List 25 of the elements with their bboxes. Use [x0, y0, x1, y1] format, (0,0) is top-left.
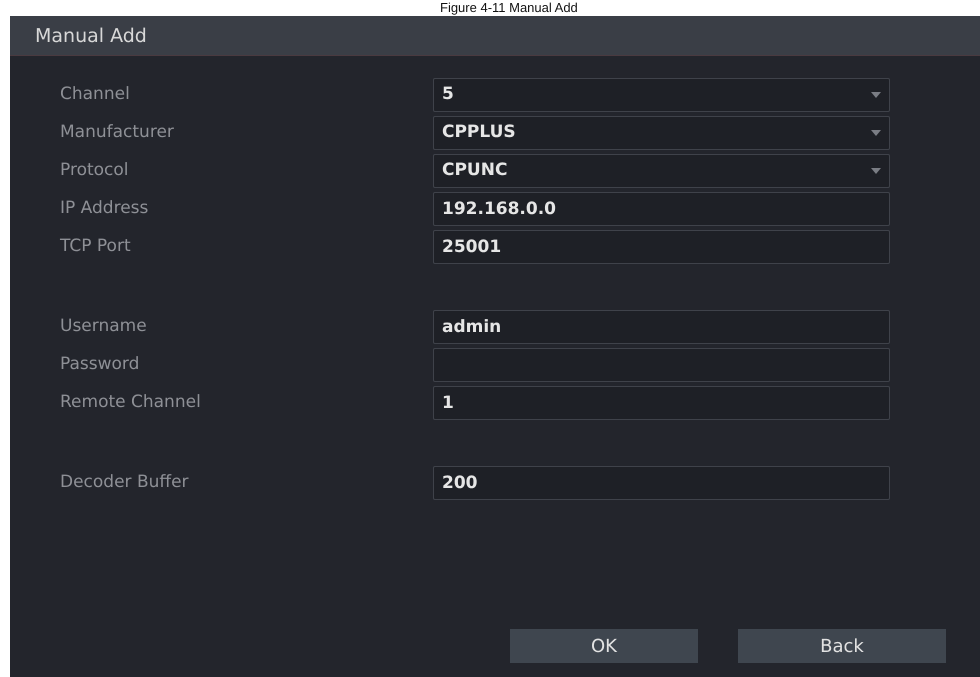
- field-label: Decoder Buffer: [60, 472, 189, 492]
- input-field[interactable]: 200: [433, 466, 890, 500]
- input-field[interactable]: 192.168.0.0: [433, 192, 890, 226]
- dropdown-field[interactable]: 5: [433, 78, 890, 112]
- input-field[interactable]: 1: [433, 386, 890, 420]
- field-label: Manufacturer: [60, 122, 174, 142]
- caret-icon: [871, 130, 881, 136]
- input-field[interactable]: admin: [433, 310, 890, 344]
- field-label: Password: [60, 354, 140, 374]
- input-field[interactable]: [433, 348, 890, 382]
- back-button[interactable]: Back: [738, 629, 946, 663]
- field-label: Protocol: [60, 160, 129, 180]
- dropdown-field[interactable]: CPPLUS: [433, 116, 890, 150]
- field-label: Channel: [60, 84, 130, 104]
- field-label: Remote Channel: [60, 392, 201, 412]
- field-label: Username: [60, 316, 147, 336]
- dropdown-field[interactable]: CPUNC: [433, 154, 890, 188]
- caret-icon: [871, 92, 881, 98]
- field-label: IP Address: [60, 198, 148, 218]
- figure-caption: Figure 4-11 Manual Add: [440, 0, 578, 15]
- field-label: TCP Port: [60, 236, 131, 256]
- input-field[interactable]: 25001: [433, 230, 890, 264]
- caret-icon: [871, 168, 881, 174]
- ok-button[interactable]: OK: [510, 629, 698, 663]
- dialog-title: Manual Add: [35, 25, 147, 47]
